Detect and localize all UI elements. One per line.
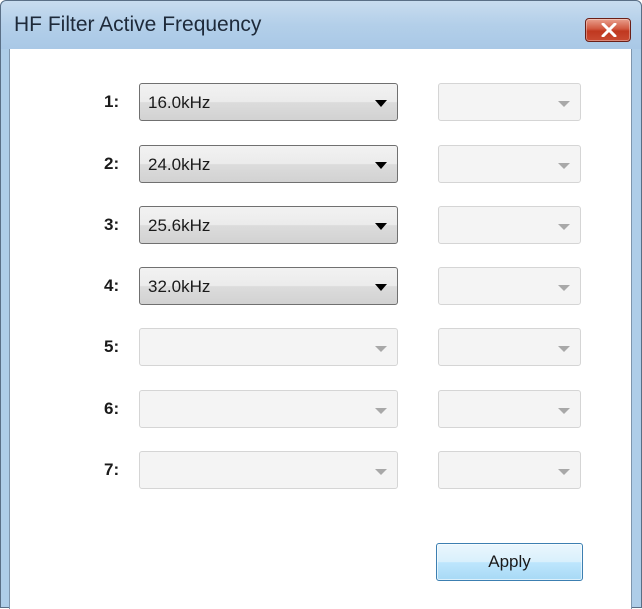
dialog-content: 1: 16.0kHz 2: 24.0kHz 3: 25.6kHz 4: 32.0…: [9, 49, 632, 609]
dropdown-arrow-icon: [375, 100, 387, 107]
frequency-row-2: 2: 24.0kHz: [10, 143, 633, 183]
row-label: 5:: [104, 337, 120, 356]
frequency-select-5: [139, 328, 398, 366]
close-button[interactable]: [585, 18, 631, 42]
dropdown-arrow-icon: [558, 346, 570, 352]
secondary-select-7: [438, 451, 581, 489]
frequency-row-3: 3: 25.6kHz: [10, 204, 633, 244]
selected-frequency: 25.6kHz: [148, 216, 211, 235]
row-label: 7:: [104, 460, 120, 479]
secondary-select-5: [438, 328, 581, 366]
secondary-select-2: [438, 145, 581, 183]
dropdown-arrow-icon: [558, 163, 570, 169]
dropdown-arrow-icon: [558, 285, 570, 291]
dropdown-arrow-icon: [375, 346, 387, 352]
apply-button[interactable]: Apply: [436, 543, 583, 581]
dropdown-arrow-icon: [375, 408, 387, 414]
secondary-select-6: [438, 390, 581, 428]
frequency-select-6: [139, 390, 398, 428]
frequency-row-6: 6:: [10, 388, 633, 428]
secondary-select-1: [438, 83, 581, 121]
selected-frequency: 24.0kHz: [148, 155, 211, 174]
row-label: 1:: [104, 92, 120, 111]
secondary-select-3: [438, 206, 581, 244]
frequency-row-4: 4: 32.0kHz: [10, 265, 633, 305]
selected-frequency: 16.0kHz: [148, 93, 211, 112]
frequency-select-2[interactable]: 24.0kHz: [139, 145, 398, 183]
row-label: 6:: [104, 399, 120, 418]
row-label: 2:: [104, 154, 120, 173]
dropdown-arrow-icon: [558, 408, 570, 414]
dropdown-arrow-icon: [375, 469, 387, 475]
title-bar[interactable]: HF Filter Active Frequency: [1, 1, 641, 49]
dropdown-arrow-icon: [375, 284, 387, 291]
dialog-window: HF Filter Active Frequency 1: 16.0kHz 2:…: [0, 0, 642, 609]
frequency-row-7: 7:: [10, 449, 633, 489]
close-icon: [601, 23, 617, 37]
dropdown-arrow-icon: [558, 101, 570, 107]
frequency-select-7: [139, 451, 398, 489]
row-label: 3:: [104, 215, 120, 234]
frequency-row-1: 1: 16.0kHz: [10, 81, 633, 121]
window-title: HF Filter Active Frequency: [14, 13, 262, 36]
frequency-select-1[interactable]: 16.0kHz: [139, 83, 398, 121]
dropdown-arrow-icon: [375, 162, 387, 169]
frequency-select-4[interactable]: 32.0kHz: [139, 267, 398, 305]
selected-frequency: 32.0kHz: [148, 277, 211, 296]
row-label: 4:: [104, 276, 120, 295]
frequency-select-3[interactable]: 25.6kHz: [139, 206, 398, 244]
secondary-select-4: [438, 267, 581, 305]
dropdown-arrow-icon: [375, 223, 387, 230]
dropdown-arrow-icon: [558, 224, 570, 230]
dropdown-arrow-icon: [558, 469, 570, 475]
frequency-row-5: 5:: [10, 326, 633, 366]
